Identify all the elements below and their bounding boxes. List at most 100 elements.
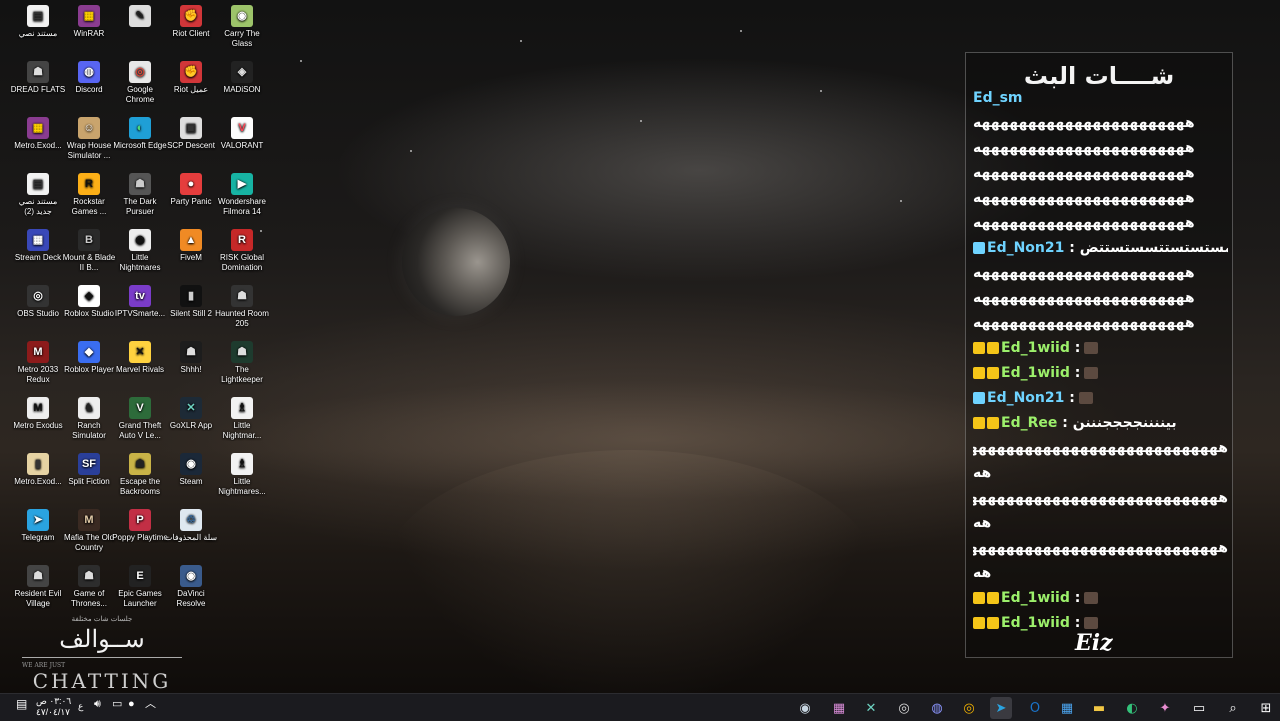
desktop-icon[interactable]: ♗ Little Nightmares... [214,449,270,497]
desktop-icon[interactable]: ☗ Resident Evil Village [10,561,66,609]
desktop-icon-label: Telegram [21,533,55,542]
desktop-icon[interactable]: ▦ Stream Deck [10,225,66,263]
telegram-taskbar-icon[interactable]: ➤ [990,697,1012,719]
app-icon: ◉ [180,453,202,475]
desktop-icon-label: Party Panic [170,197,212,206]
chat-message: هههههههههههههههههههههههه [973,115,1195,131]
desktop-icon[interactable]: ◉ Steam [163,449,219,487]
desktop-icon[interactable]: ▤ مستند نصي [10,1,66,39]
desktop-icon[interactable]: ● Party Panic [163,169,219,207]
desktop-icon-label: DREAD FLATS [10,85,66,94]
desktop-icon[interactable]: ◈ MADiSON [214,57,270,95]
chat-logo: Eiz [1075,630,1113,656]
desktop-icon[interactable]: ✕ Marvel Rivals [112,337,168,375]
desktop-icon[interactable]: R Rockstar Games ... [61,169,117,217]
desktop-icon[interactable]: ✕ GoXLR App [163,393,219,431]
chat-message: هه [973,465,992,481]
desktop-icon[interactable]: ▮ Silent Still 2 [163,281,219,319]
network-icon[interactable]: ▭ [112,699,122,710]
steam-taskbar-icon[interactable]: ◉ [794,697,816,719]
desktop-icon[interactable]: P Poppy Playtime [112,505,168,543]
desktop-icon[interactable]: ✊ Riot عميل [163,57,219,95]
desktop-icon[interactable]: tv IPTVSmarte... [112,281,168,319]
app-icon: ☗ [231,341,253,363]
desktop-icon[interactable]: ▦ WinRAR [61,1,117,39]
desktop-icon[interactable]: SF Split Fiction [61,449,117,487]
obs-taskbar-icon[interactable]: ◎ [893,697,915,719]
desktop-icon-label: سلة المحذوفات [164,533,218,542]
chat-username: Ed_Non21 [987,390,1065,406]
task-view-taskbar-icon[interactable]: ▭ [1188,697,1210,719]
file-explorer-taskbar-icon[interactable]: ▬ [1088,697,1110,719]
chat-message: هههههههههههههههههههههههه [973,165,1195,181]
outlook-taskbar-icon[interactable]: O [1024,697,1046,719]
app-icon: ☗ [129,173,151,195]
desktop-icon[interactable]: ♞ Ranch Simulator [61,393,117,441]
desktop-icon[interactable]: ▶ Wondershare Filmora 14 [214,169,270,217]
notification-icon[interactable]: ▤ [16,698,27,710]
search-taskbar-icon[interactable]: ⌕ [1222,697,1244,719]
app-icon: ✕ [129,341,151,363]
clock[interactable]: ٠٣:٠٦ ص ٤٧/٠٤/١٧ [36,696,71,718]
desktop-icon[interactable]: ✊ Riot Client [163,1,219,39]
desktop-icon[interactable]: V VALORANT [214,113,270,151]
microphone-icon[interactable]: ● [128,699,135,710]
desktop-icon[interactable]: ☺ Wrap House Simulator ... [61,113,117,161]
chrome-taskbar-icon[interactable]: ◎ [958,697,980,719]
store-taskbar-icon[interactable]: ▦ [1056,697,1078,719]
desktop-icon-label: Marvel Rivals [115,365,164,374]
desktop-icon-label: مستند نصي [18,29,58,38]
desktop-icon[interactable]: ◆ Roblox Player [61,337,117,375]
desktop-icon[interactable]: ◎ Google Chrome [112,57,168,105]
language-indicator[interactable]: ع [78,701,83,712]
desktop-icon[interactable]: ◆ Roblox Studio [61,281,117,319]
desktop-icon[interactable]: ☗ Escape the Backrooms [112,449,168,497]
chat-text: : [1069,615,1081,631]
desktop-icon[interactable]: ☗ Shhh! [163,337,219,375]
volume-icon[interactable]: 🔊︎ [94,699,101,710]
desktop-icon[interactable]: E Epic Games Launcher [112,561,168,609]
desktop-icon[interactable]: ◎ OBS Studio [10,281,66,319]
desktop-icon[interactable]: ☗ The Lightkeeper [214,337,270,385]
desktop-icon[interactable]: ♲ سلة المحذوفات [163,505,219,543]
desktop-icon[interactable]: ◐ Microsoft Edge [112,113,168,151]
chat-message: Ed_1wiid : [973,336,1228,361]
desktop-icon[interactable]: ◍ Discord [61,57,117,95]
desktop-icon[interactable]: ◉ DaVinci Resolve [163,561,219,609]
desktop-icon[interactable]: B Mount & Blade II B... [61,225,117,273]
desktop-icon[interactable]: ◉ Little Nightmares [112,225,168,273]
desktop-icon[interactable]: M Metro 2033 Redux [10,337,66,385]
show-hidden-icons-chevron-icon[interactable]: ︿ [145,699,156,710]
edge-taskbar-icon[interactable]: ◐ [1121,697,1143,719]
desktop-icon[interactable]: ☗ Game of Thrones... [61,561,117,609]
app-icon: ☺ [78,117,100,139]
desktop-icon[interactable]: M Mafia The Old Country [61,505,117,553]
desktop-icon-label: IPTVSmarte... [114,309,166,318]
desktop-icon[interactable]: ▤ مستند نصي جديد (2) [10,169,66,217]
desktop-icon[interactable]: ☗ DREAD FLATS [10,57,66,95]
desktop-icon[interactable]: R RISK Global Domination [214,225,270,273]
desktop-icon[interactable]: ☗ Haunted Room 205 [214,281,270,329]
star [520,40,522,42]
desktop-icon[interactable]: ♗ Little Nightmar... [214,393,270,441]
chat-emote-icon [1084,342,1099,354]
desktop-icon[interactable]: V Grand Theft Auto V Le... [112,393,168,441]
start-taskbar-icon[interactable]: ⊞ [1255,697,1277,719]
desktop-icon[interactable]: ☗ The Dark Pursuer [112,169,168,217]
desktop-icon[interactable]: ▣ SCP Descent [163,113,219,151]
winrar-taskbar-icon[interactable]: ▦ [828,697,850,719]
desktop-icon[interactable]: ➤ Telegram [10,505,66,543]
chat-badge-icon [973,342,985,354]
goxlr-taskbar-icon[interactable]: ✕ [860,697,882,719]
desktop-icon[interactable]: ▮ Metro.Exod... [10,449,66,487]
app-icon: ◎ [129,61,151,83]
desktop-icon[interactable]: ◉ Carry The Glass [214,1,270,49]
desktop-icon[interactable]: ▲ FiveM [163,225,219,263]
copilot-taskbar-icon[interactable]: ✦ [1154,697,1176,719]
chat-message: هههههههههههههههههههههههههههههه [973,490,1228,506]
desktop-icon[interactable]: ▦ Metro.Exod... [10,113,66,151]
desktop-icon-label: GoXLR App [169,421,213,430]
desktop-icon[interactable]: ✎ [112,1,168,29]
desktop-icon[interactable]: M Metro Exodus [10,393,66,431]
discord-taskbar-icon[interactable]: ◍ [926,697,948,719]
